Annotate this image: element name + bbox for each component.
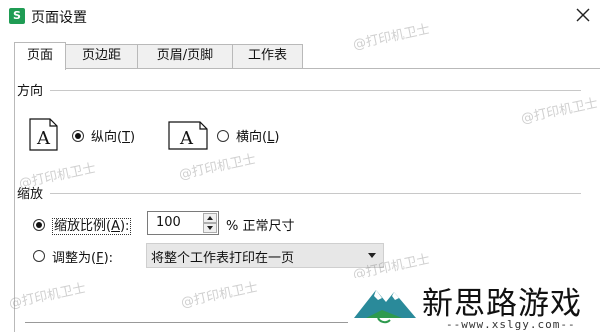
tab-header-footer[interactable]: 页眉/页脚 (137, 44, 233, 68)
orientation-group-label: 方向 (17, 80, 48, 99)
scale-spinbox[interactable]: 100 (147, 211, 219, 235)
portrait-radio[interactable] (72, 130, 84, 142)
app-icon: S (9, 8, 25, 24)
scale-value[interactable]: 100 (156, 215, 181, 230)
tab-sheet[interactable]: 工作表 (232, 44, 303, 68)
scale-radio[interactable] (33, 219, 45, 231)
fit-label[interactable]: 调整为(F): (52, 247, 113, 266)
chevron-down-icon (368, 253, 376, 258)
portrait-page-icon: A (29, 118, 58, 151)
fit-dropdown[interactable]: 将整个工作表打印在一页 (146, 243, 384, 268)
spin-down-button[interactable] (203, 223, 217, 233)
scaling-divider (50, 193, 581, 194)
brand-name: 新思路游戏 (422, 286, 582, 322)
close-icon (576, 8, 590, 22)
scale-label[interactable]: 缩放比例(A): (52, 215, 132, 235)
bottom-divider (25, 322, 348, 323)
fit-dropdown-value: 将整个工作表打印在一页 (151, 251, 295, 266)
tab-page[interactable]: 页面 (14, 42, 66, 70)
scale-unit-label: % 正常尺寸 (226, 219, 295, 234)
landscape-page-letter: A (179, 128, 194, 149)
dialog-title: 页面设置 (31, 10, 87, 26)
close-button[interactable] (571, 3, 595, 27)
brand-logo: 新思路游戏 --www.xslgy.com-- (350, 278, 600, 332)
spin-up-button[interactable] (203, 213, 217, 223)
title-bar: S 页面设置 (0, 0, 600, 32)
portrait-page-letter: A (36, 128, 51, 149)
tab-margins[interactable]: 页边距 (65, 44, 138, 68)
landscape-radio[interactable] (217, 130, 229, 142)
landscape-page-icon: A (168, 121, 208, 150)
orientation-divider (50, 90, 581, 91)
scaling-group-label: 缩放 (17, 183, 48, 202)
fit-radio[interactable] (33, 250, 45, 262)
portrait-label[interactable]: 纵向(T) (91, 126, 135, 145)
landscape-label[interactable]: 横向(L) (236, 126, 279, 145)
mountain-logo-icon (354, 290, 416, 324)
brand-url: --www.xslgy.com-- (446, 318, 576, 331)
